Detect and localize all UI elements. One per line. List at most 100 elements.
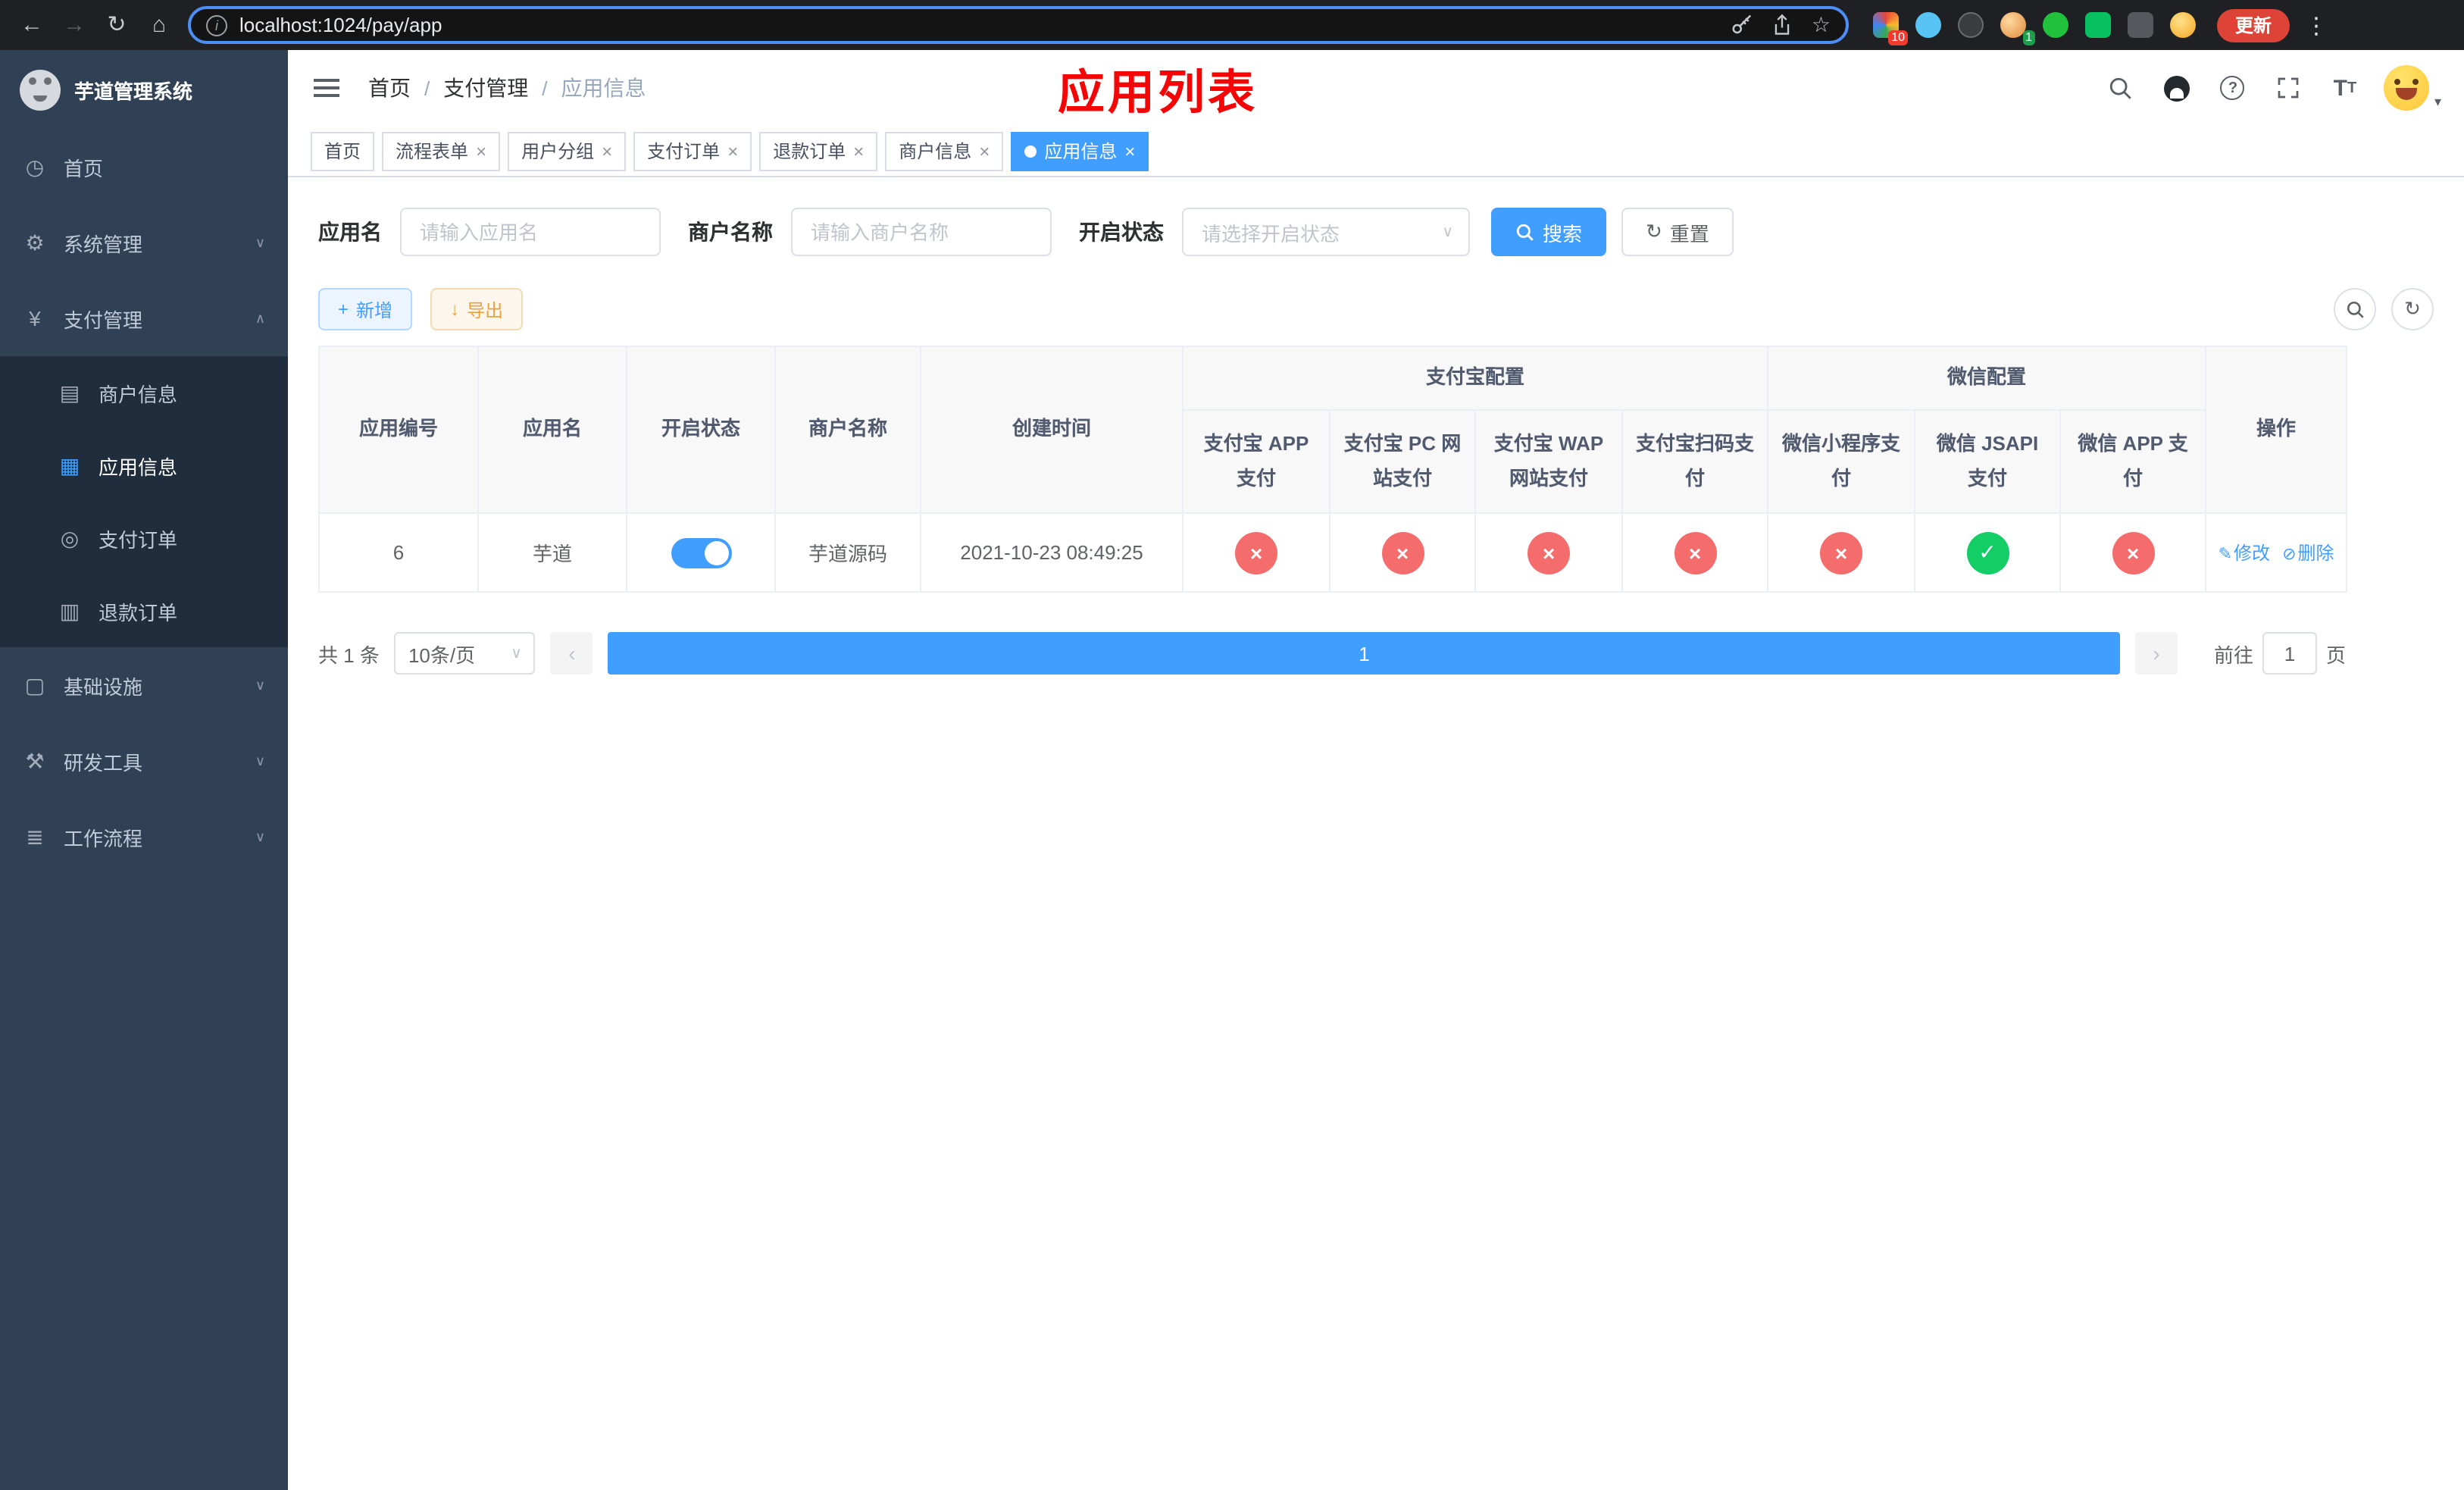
browser-menu-icon[interactable]: ⋮ (2305, 11, 2328, 39)
tab-process-form[interactable]: 流程表单 × (382, 131, 501, 171)
sidebar-toggle-icon[interactable] (311, 73, 342, 103)
export-button[interactable]: ↓ 导出 (430, 288, 524, 330)
sidebar-item-label: 工作流程 (64, 827, 143, 850)
col-group-alipay: 支付宝配置 (1181, 346, 1769, 411)
page-size-select[interactable]: 10条/页 ∨ (394, 632, 536, 675)
extension-emoji-avatar-icon[interactable] (2170, 12, 2196, 38)
app-name-label: 应用名 (318, 220, 382, 244)
card-icon: ▤ (59, 380, 80, 404)
status-select[interactable]: 请选择开启状态 ∨ (1182, 208, 1470, 256)
sidebar-item-app-info[interactable]: ▦ 应用信息 (0, 429, 288, 502)
extension-green-circle-icon[interactable] (2043, 12, 2068, 38)
page-body: 芋道管理系统 ◷ 首页 ⚙ 系统管理 ∨ ¥ 支付管理 ∧ ▤ 商户信息 ▦ 应… (0, 50, 2464, 1490)
col-merchant-name: 商户名称 (774, 346, 921, 514)
help-icon[interactable]: ? (2216, 71, 2250, 105)
tab-merchant-info[interactable]: 商户信息 × (885, 131, 1004, 171)
bookmark-star-icon[interactable]: ☆ (1812, 12, 1831, 38)
tab-pay-order[interactable]: 支付订单 × (633, 131, 752, 171)
url-text: localhost:1024/pay/app (239, 14, 442, 36)
extension-drop-icon[interactable] (1915, 12, 1941, 38)
app-name-input[interactable] (400, 208, 661, 256)
close-icon[interactable]: × (979, 142, 990, 160)
avatar-emoji-icon (2384, 65, 2430, 111)
search-button[interactable]: 搜索 (1491, 208, 1607, 256)
add-button-label: 新增 (356, 299, 393, 321)
breadcrumb-payment[interactable]: 支付管理 (443, 73, 528, 103)
github-icon[interactable] (2160, 71, 2194, 105)
tab-app-info[interactable]: 应用信息 × (1011, 131, 1149, 171)
app-title: 芋道管理系统 (74, 80, 193, 102)
tab-refund-order[interactable]: 退款订单 × (759, 131, 878, 171)
extension-dark-icon[interactable] (1958, 12, 1984, 38)
close-icon[interactable]: × (476, 142, 486, 160)
extension-pin-icon[interactable] (2128, 12, 2153, 38)
fullscreen-icon[interactable] (2272, 71, 2306, 105)
status-toggle[interactable] (671, 537, 731, 568)
add-button[interactable]: + 新增 (318, 288, 413, 330)
browser-forward-icon[interactable]: → (55, 5, 94, 45)
close-icon[interactable]: × (602, 142, 612, 160)
tab-home[interactable]: 首页 (311, 131, 375, 171)
sidebar-item-pay-order[interactable]: ◎ 支付订单 (0, 502, 288, 574)
prev-page-button[interactable]: ‹ (550, 632, 593, 675)
goto-page-input[interactable] (2262, 632, 2317, 675)
browser-home-icon[interactable]: ⌂ (139, 5, 179, 45)
col-wechat-app: 微信 APP 支付 (2059, 409, 2207, 514)
col-alipay-wap: 支付宝 WAP 网站支付 (1474, 409, 1623, 514)
sidebar-item-label: 支付订单 (98, 528, 178, 551)
edit-link[interactable]: ✎ 修改 (2219, 540, 2270, 565)
sidebar-item-home[interactable]: ◷ 首页 (0, 129, 288, 205)
sidebar-item-system[interactable]: ⚙ 系统管理 ∨ (0, 205, 288, 280)
navbar-actions: ? TT ▾ (2104, 65, 2441, 111)
show-search-icon-button[interactable] (2334, 288, 2376, 330)
breadcrumb-home[interactable]: 首页 (368, 73, 411, 103)
col-actions: 操作 (2205, 346, 2348, 514)
total-count: 共 1 条 (318, 643, 380, 666)
delete-link[interactable]: ⊘ 删除 (2282, 540, 2334, 565)
sidebar-item-merchant-info[interactable]: ▤ 商户信息 (0, 356, 288, 429)
sidebar-item-workflow[interactable]: ≣ 工作流程 ∨ (0, 799, 288, 875)
app-table: 应用编号 应用名 开启状态 商户名称 创建时间 支付宝配置 微信配置 操作 支付… (318, 346, 2348, 593)
share-icon[interactable] (1772, 14, 1793, 36)
user-avatar[interactable]: ▾ (2384, 65, 2441, 111)
sidebar-item-refund-order[interactable]: ▥ 退款订单 (0, 574, 288, 647)
next-page-button[interactable]: › (2134, 632, 2178, 675)
sidebar-item-label: 研发工具 (64, 751, 143, 774)
grid-icon: ▦ (59, 452, 80, 477)
col-created-at: 创建时间 (920, 346, 1184, 514)
password-key-icon[interactable] (1731, 14, 1754, 36)
browser-back-icon[interactable]: ← (12, 5, 52, 45)
refresh-table-button[interactable]: ↻ (2391, 288, 2434, 330)
font-size-icon[interactable]: TT (2328, 71, 2362, 105)
sidebar: 芋道管理系统 ◷ 首页 ⚙ 系统管理 ∨ ¥ 支付管理 ∧ ▤ 商户信息 ▦ 应… (0, 50, 288, 1490)
sidebar-item-label: 首页 (64, 157, 104, 180)
caret-down-icon: ▾ (2434, 94, 2441, 109)
extension-avatar-icon[interactable]: 1 (2000, 12, 2035, 45)
extension-grid-icon[interactable]: 10 (1873, 12, 1908, 45)
search-icon[interactable] (2104, 71, 2137, 105)
app-logo-avatar (20, 69, 61, 110)
close-icon[interactable]: × (853, 142, 864, 160)
close-icon[interactable]: × (1124, 142, 1135, 160)
goto-page: 前往 页 (2214, 632, 2346, 675)
tab-label: 应用信息 (1044, 141, 1118, 162)
col-group-wechat: 微信配置 (1767, 346, 2207, 411)
sidebar-item-dev-tools[interactable]: ⚒ 研发工具 ∨ (0, 723, 288, 799)
site-info-icon[interactable]: i (206, 14, 227, 36)
chevron-down-icon: ∨ (255, 828, 265, 844)
page-number-button[interactable]: 1 (608, 632, 2120, 675)
tab-user-group[interactable]: 用户分组 × (508, 131, 627, 171)
document-icon: ▥ (59, 598, 80, 622)
merchant-name-input[interactable] (791, 208, 1052, 256)
reset-button[interactable]: ↻ 重置 (1621, 208, 1734, 256)
extension-wechat-icon[interactable] (2085, 12, 2111, 38)
close-icon[interactable]: × (727, 142, 738, 160)
browser-update-button[interactable]: 更新 (2217, 8, 2290, 42)
browser-extensions: 10 1 (1873, 12, 2196, 45)
wechat-mini-status-icon: × (1820, 531, 1863, 574)
browser-reload-icon[interactable]: ↻ (97, 5, 136, 45)
address-bar[interactable]: i localhost:1024/pay/app ☆ (188, 6, 1849, 44)
sidebar-item-infrastructure[interactable]: ▢ 基础设施 ∨ (0, 647, 288, 723)
sidebar-item-payment[interactable]: ¥ 支付管理 ∧ (0, 280, 288, 356)
monitor-icon: ▢ (24, 672, 45, 696)
